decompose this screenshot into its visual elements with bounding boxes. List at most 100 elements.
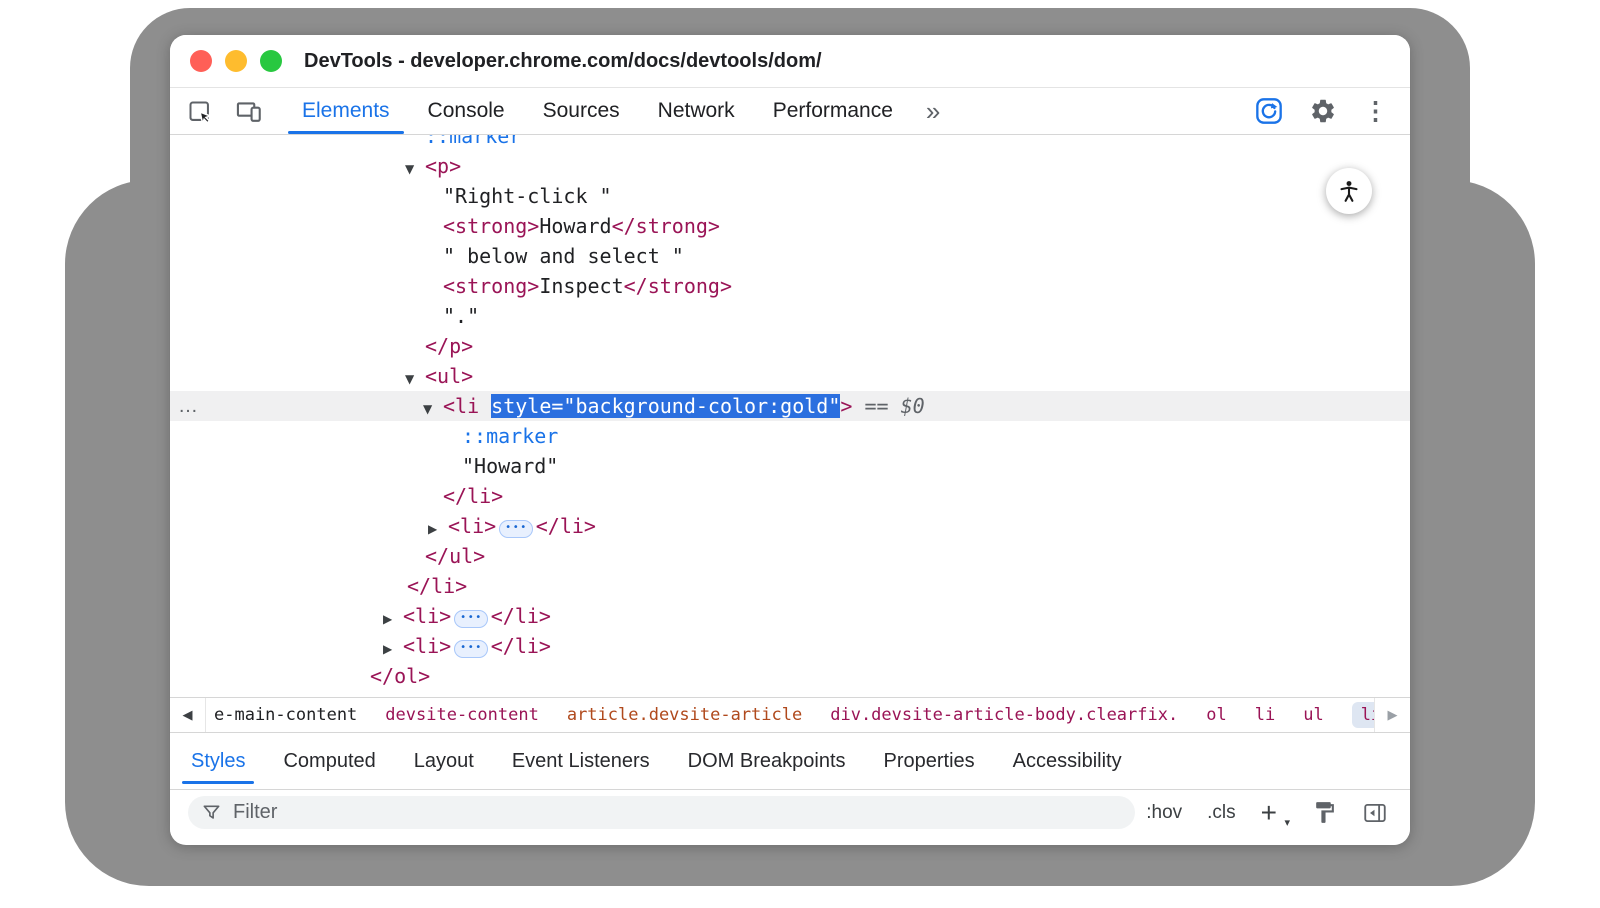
breadcrumb-item[interactable]: div.devsite-article-body.clearfix. <box>830 705 1178 725</box>
breadcrumb-bar: ◀ e-main-content devsite-content article.d… <box>170 697 1410 733</box>
more-tabs-button[interactable]: » <box>912 88 954 134</box>
tab-event-listeners[interactable]: Event Listeners <box>493 733 669 789</box>
tab-styles[interactable]: Styles <box>172 733 264 789</box>
inspect-element-button[interactable] <box>186 98 213 125</box>
filter-funnel-icon <box>200 801 223 824</box>
filter-input-pill[interactable] <box>188 796 1135 829</box>
device-toolbar-button[interactable] <box>235 97 263 125</box>
tree-row[interactable]: " below and select " <box>170 241 1410 271</box>
tree-row[interactable]: ▶<li>•••</li> <box>170 601 1410 631</box>
plus-icon: + <box>1261 797 1277 828</box>
breadcrumb-item[interactable]: devsite-content <box>385 705 539 725</box>
inspect-cursor-icon <box>186 98 213 125</box>
tree-row[interactable]: ::marker <box>170 135 1410 151</box>
zoom-window-button[interactable] <box>260 50 282 72</box>
breadcrumb-list: e-main-content devsite-content article.dev… <box>206 702 1374 728</box>
selected-attribute-text: style="background-color:gold" <box>491 394 840 418</box>
sync-icon <box>1255 97 1283 125</box>
disclosure-arrow-icon[interactable]: ▼ <box>405 364 425 394</box>
panel-tabs: Elements Console Sources Network Perform… <box>283 88 912 134</box>
tree-token: </li> <box>407 574 467 598</box>
dom-tree[interactable]: ::marker▼<p>"Right-click "<strong>Howard… <box>170 135 1410 697</box>
tab-network[interactable]: Network <box>639 88 754 134</box>
settings-button[interactable] <box>1309 97 1337 125</box>
tree-row[interactable]: ▶<li>•••</li> <box>170 511 1410 541</box>
tree-token: ::marker <box>462 424 558 448</box>
tree-row[interactable]: ▼<p> <box>170 151 1410 181</box>
tree-row[interactable]: </p> <box>170 331 1410 361</box>
tab-sources[interactable]: Sources <box>524 88 639 134</box>
new-style-rule-button[interactable]: + ▾ <box>1261 799 1287 827</box>
inline-expand-icon[interactable]: ••• <box>454 640 488 658</box>
tree-row-content: " below and select " <box>170 241 1410 271</box>
row-more-actions-icon[interactable]: … <box>178 391 199 421</box>
titlebar: DevTools - developer.chrome.com/docs/dev… <box>170 35 1410 88</box>
tab-computed[interactable]: Computed <box>264 733 394 789</box>
paint-roller-button[interactable] <box>1312 800 1337 825</box>
inline-expand-icon[interactable]: ••• <box>454 610 488 628</box>
tree-token: <li> <box>448 514 496 538</box>
tab-accessibility[interactable]: Accessibility <box>994 733 1141 789</box>
tree-row-content: ▶<li>•••</li> <box>170 631 1410 664</box>
dock-sidebar-button[interactable] <box>1362 800 1388 826</box>
tree-row-content: "Howard" <box>170 451 1410 481</box>
tree-row-content: ▼<ul> <box>170 361 1410 394</box>
tree-row[interactable]: <strong>Howard</strong> <box>170 211 1410 241</box>
inline-expand-icon[interactable]: ••• <box>499 520 533 538</box>
tree-row[interactable]: ▶<li>•••</li> <box>170 631 1410 661</box>
breadcrumb-item-selected[interactable]: li <box>1352 702 1374 728</box>
tree-row[interactable]: "." <box>170 301 1410 331</box>
sync-badge-button[interactable] <box>1255 97 1283 125</box>
tab-console[interactable]: Console <box>409 88 524 134</box>
filter-right-controls: :hov .cls + ▾ <box>1146 799 1388 827</box>
element-classes-button[interactable]: .cls <box>1207 802 1236 824</box>
tree-token: <strong> <box>443 274 539 298</box>
disclosure-arrow-icon[interactable]: ▶ <box>428 514 448 544</box>
tab-dom-breakpoints[interactable]: DOM Breakpoints <box>669 733 865 789</box>
breadcrumb-scroll-left-button[interactable]: ◀ <box>170 698 206 732</box>
accessibility-button[interactable] <box>1326 168 1372 214</box>
disclosure-arrow-icon[interactable]: ▶ <box>383 604 403 634</box>
tree-row[interactable]: <strong>Inspect</strong> <box>170 271 1410 301</box>
breadcrumb-item[interactable]: li <box>1255 705 1275 725</box>
tree-token: <li> <box>403 604 451 628</box>
tree-row-content: </ol> <box>170 661 1410 691</box>
tab-performance[interactable]: Performance <box>754 88 912 134</box>
tree-token: </ul> <box>425 544 485 568</box>
tree-row[interactable]: ▼<ul> <box>170 361 1410 391</box>
filter-input[interactable] <box>233 801 1123 824</box>
tree-token: ::marker <box>425 135 521 148</box>
tree-row[interactable]: ::marker <box>170 421 1410 451</box>
minimize-window-button[interactable] <box>225 50 247 72</box>
tree-row[interactable]: "Howard" <box>170 451 1410 481</box>
tab-properties[interactable]: Properties <box>865 733 994 789</box>
tab-elements[interactable]: Elements <box>283 88 409 134</box>
tree-row-content: "." <box>170 301 1410 331</box>
tree-row[interactable]: </li> <box>170 571 1410 601</box>
tab-layout[interactable]: Layout <box>395 733 493 789</box>
caret-down-icon: ▾ <box>1284 818 1290 829</box>
tree-row[interactable]: </li> <box>170 481 1410 511</box>
kebab-menu-button[interactable]: ⋮ <box>1363 99 1388 124</box>
tree-row-content: ▼<li style="background-color:gold"> == $… <box>170 391 1410 424</box>
tree-token: <li <box>443 394 491 418</box>
devtools-window: DevTools - developer.chrome.com/docs/dev… <box>170 35 1410 845</box>
tree-row[interactable]: </ol> <box>170 661 1410 691</box>
toggle-element-state-button[interactable]: :hov <box>1146 802 1182 824</box>
kebab-menu-icon: ⋮ <box>1363 99 1388 124</box>
tree-row-selected[interactable]: …▼<li style="background-color:gold"> == … <box>170 391 1410 421</box>
styles-panel-tabs: Styles Computed Layout Event Listeners D… <box>170 733 1410 790</box>
disclosure-arrow-icon[interactable]: ▼ <box>423 394 443 424</box>
breadcrumb-item[interactable]: e-main-content <box>214 705 357 725</box>
tree-row[interactable]: "Right-click " <box>170 181 1410 211</box>
breadcrumb-item[interactable]: ul <box>1303 705 1323 725</box>
tree-row[interactable]: </ul> <box>170 541 1410 571</box>
close-window-button[interactable] <box>190 50 212 72</box>
disclosure-arrow-icon[interactable]: ▶ <box>383 634 403 664</box>
tree-token: <ul> <box>425 364 473 388</box>
tree-token: Howard <box>539 214 611 238</box>
disclosure-arrow-icon[interactable]: ▼ <box>405 154 425 184</box>
breadcrumb-item[interactable]: article.devsite-article <box>567 705 802 725</box>
breadcrumb-scroll-right-button[interactable]: ▶ <box>1374 698 1410 732</box>
breadcrumb-item[interactable]: ol <box>1206 705 1226 725</box>
